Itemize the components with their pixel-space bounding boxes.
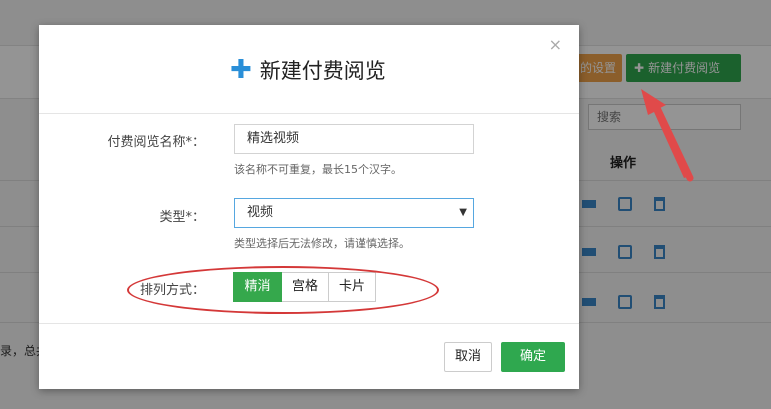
dialog-title: ✚ 新建付费阅览	[230, 55, 386, 85]
annotation-ellipse	[127, 266, 439, 314]
confirm-button[interactable]: 确定	[501, 342, 565, 372]
name-field-help: 该名称不可重复，最长15个汉字。	[234, 163, 402, 176]
type-select[interactable]: 视频 ▼	[234, 198, 474, 228]
cancel-button[interactable]: 取消	[444, 342, 492, 372]
dialog-title-text: 新建付费阅览	[259, 59, 386, 83]
type-select-value: 视频	[247, 205, 274, 220]
name-field-label: 付费阅览名称*：	[107, 135, 205, 150]
dropdown-caret-icon: ▼	[459, 207, 467, 218]
name-field-input[interactable]: 精选视频	[234, 124, 474, 154]
dialog-footer: 取消 确定	[39, 323, 579, 390]
type-field-help: 类型选择后无法修改，请谨慎选择。	[234, 237, 410, 250]
new-paid-view-dialog: ✚ 新建付费阅览 × 付费阅览名称*： 精选视频 该名称不可重复，最长15个汉字…	[39, 25, 579, 389]
close-icon[interactable]: ×	[549, 35, 562, 54]
dialog-header: ✚ 新建付费阅览 ×	[39, 25, 579, 114]
type-field-label: 类型*：	[159, 210, 205, 225]
plus-icon: ✚	[230, 55, 252, 85]
